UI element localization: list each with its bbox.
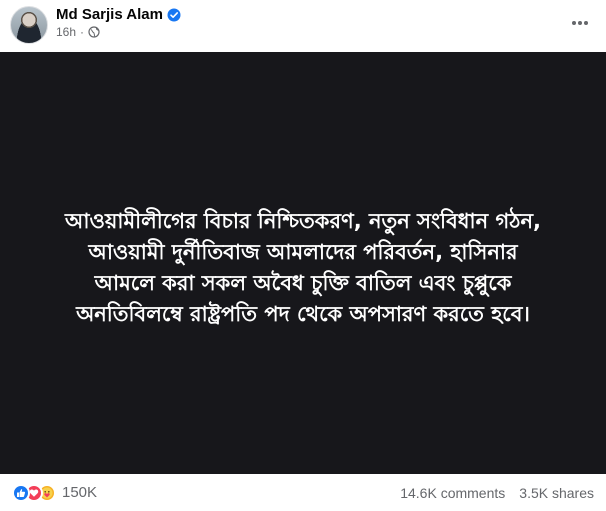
globe-icon[interactable] bbox=[88, 26, 100, 38]
author-name[interactable]: Md Sarjis Alam bbox=[56, 6, 163, 23]
engagement-stats: 14.6K comments 3.5K shares bbox=[400, 485, 594, 501]
avatar[interactable] bbox=[10, 6, 48, 44]
post-time[interactable]: 16h bbox=[56, 25, 76, 39]
like-icon bbox=[12, 483, 30, 502]
shares-count[interactable]: 3.5K shares bbox=[519, 485, 594, 501]
post-image-text: আওয়ামীলীগের বিচার নিশ্চিতকরণ, নতুন সংবি… bbox=[65, 209, 541, 326]
more-horizontal-icon bbox=[571, 13, 589, 31]
comments-count[interactable]: 14.6K comments bbox=[400, 485, 505, 501]
reactions-bar: 150K 14.6K comments 3.5K shares bbox=[0, 474, 606, 511]
post-header: Md Sarjis Alam 16h · bbox=[0, 0, 606, 52]
reaction-summary[interactable]: 150K bbox=[12, 483, 98, 502]
post-image[interactable]: আওয়ামীলীগের বিচার নিশ্চিতকরণ, নতুন সংবি… bbox=[0, 52, 606, 474]
more-options-button[interactable] bbox=[568, 10, 592, 34]
verified-badge-icon bbox=[167, 8, 181, 22]
reaction-count: 150K bbox=[62, 484, 98, 501]
reaction-icons bbox=[12, 483, 56, 502]
post-meta: 16h · bbox=[56, 25, 100, 39]
author-row: Md Sarjis Alam bbox=[56, 6, 181, 23]
meta-separator: · bbox=[80, 25, 85, 39]
